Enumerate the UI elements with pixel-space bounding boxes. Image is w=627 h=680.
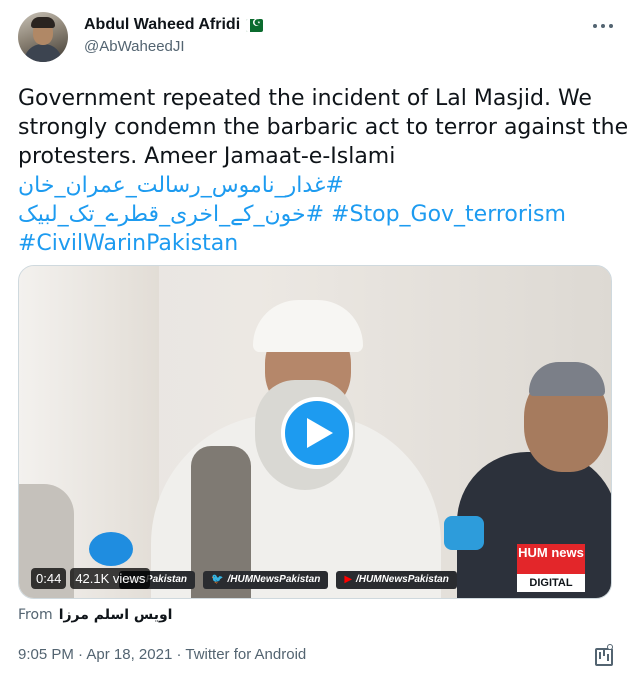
hashtag-line: #غدار_ناموس_رسالت_عمران_خان (18, 171, 618, 200)
tweet-source[interactable]: Twitter for Android (185, 646, 306, 663)
author-name[interactable]: Abdul Waheed Afridi (84, 16, 240, 34)
video-microphone (89, 532, 133, 566)
hashtag-link[interactable]: #غدار_ناموس_رسالت_عمران_خان (18, 173, 344, 198)
tweet-text: Government repeated the incident of Lal … (18, 84, 627, 258)
video-views-badge: 42.1K views (70, 568, 151, 589)
analytics-icon[interactable] (593, 644, 613, 666)
more-options-icon[interactable] (593, 18, 613, 34)
pakistan-flag-icon (246, 18, 264, 32)
more-dot (601, 24, 605, 28)
play-button[interactable] (281, 397, 353, 469)
attribution-user-link[interactable]: اویس اسلم مرزا (59, 607, 173, 623)
tweet-date[interactable]: Apr 18, 2021 (86, 646, 172, 663)
avatar-body-shape (24, 44, 62, 62)
tweet-text-line: protesters. Ameer Jamaat-e-Islami (18, 144, 396, 169)
author-handle[interactable]: @AbWaheedJI (84, 38, 263, 55)
video-duration-badge: 0:44 (31, 568, 67, 589)
video-channel-strip: ewsPakistan 🐦/HUMNewsPakistan ▶/HUMNewsP… (119, 571, 457, 589)
hum-news-logo: HUM news DIGITAL (517, 544, 585, 594)
analytics-icon-dot (607, 644, 613, 650)
video-microphone (444, 516, 484, 550)
avatar-hair-shape (31, 17, 55, 28)
hashtag-line: #خون_کے_اخری_قطرے_تک_لبیک #Stop_Gov_terr… (18, 200, 618, 229)
avatar[interactable] (18, 12, 68, 62)
hum-logo-top: HUM news (517, 544, 585, 574)
author-block: Abdul Waheed Afridi @AbWaheedJI (84, 16, 264, 55)
more-dot (609, 24, 613, 28)
channel-tag: ▶/HUMNewsPakistan (336, 571, 457, 589)
twitter-icon: 🐦 (211, 574, 224, 585)
video-player[interactable]: ewsPakistan 🐦/HUMNewsPakistan ▶/HUMNewsP… (18, 265, 612, 599)
tweet-time[interactable]: 9:05 PM (18, 646, 74, 663)
channel-tag-text: /HUMNewsPakistan (227, 574, 321, 585)
hum-logo-bottom: DIGITAL (517, 574, 585, 592)
hashtag-link[interactable]: #خون_کے_اخری_قطرے_تک_لبیک (18, 202, 324, 227)
attribution-label: From (18, 607, 53, 623)
tweet-card: Abdul Waheed Afridi @AbWaheedJI Governme… (0, 0, 627, 680)
meta-separator: · (73, 646, 87, 663)
meta-separator: · (172, 646, 186, 663)
hashtag-line: #CivilWarinPakistan (18, 229, 618, 258)
youtube-icon: ▶ (344, 574, 353, 585)
author-name-row[interactable]: Abdul Waheed Afridi (84, 16, 264, 34)
video-badges: 0:44 42.1K views (31, 568, 151, 589)
play-icon (307, 418, 333, 448)
tweet-text-line: strongly condemn the barbaric act to ter… (18, 115, 627, 140)
channel-tag-text: /HUMNewsPakistan (356, 574, 449, 585)
more-dot (593, 24, 597, 28)
video-attribution: From اویس اسلم مرزا (18, 607, 172, 623)
tweet-metadata: 9:05 PM · Apr 18, 2021 · Twitter for And… (18, 646, 306, 663)
hashtag-link[interactable]: #Stop_Gov_terrorism (331, 202, 566, 227)
tweet-text-line: Government repeated the incident of Lal … (18, 86, 592, 111)
channel-tag: 🐦/HUMNewsPakistan (203, 571, 329, 589)
hashtag-link[interactable]: #CivilWarinPakistan (18, 231, 238, 256)
